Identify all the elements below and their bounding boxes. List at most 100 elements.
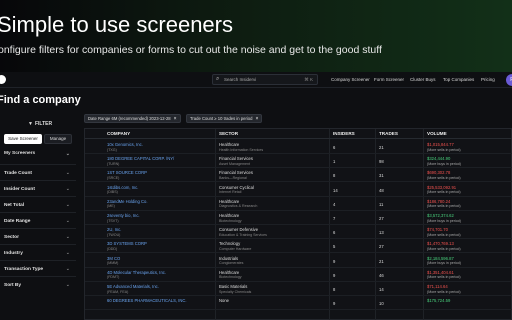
company-name-link[interactable]: 60 DEGREES PHARMACEUTICALS, INC. [107,298,187,303]
filter-insider-count[interactable]: Insider Count ⌄ [0,180,76,196]
filter-label: Trade Count [4,171,32,176]
my-screeners-dropdown[interactable]: My Screeners ⌄ [4,151,72,157]
table-row[interactable]: 1stdibs.com, Inc. (DIBS) Consumer Cyclical… [85,183,512,197]
company-name-link[interactable]: 23andMe Holding Co. [107,199,148,204]
company-name-link[interactable]: 1stdibs.com, Inc. [107,185,138,190]
chevron-down-icon: ⌄ [65,170,70,176]
company-ticker: (DDD) [107,246,118,251]
close-icon[interactable]: × [255,116,258,122]
filter-transaction-type[interactable]: Transaction Type ⌄ [0,260,76,276]
company-name-link[interactable]: 4D Molecular Therapeutics, Inc. [107,270,166,275]
company-name-link[interactable]: 2seventy bio, Inc. [107,213,140,218]
trades-cell: 13 [379,230,384,236]
filter-trade-count[interactable]: Trade Count ⌄ [0,164,76,180]
trades-cell: 46 [379,272,384,278]
trades-cell: 21 [379,145,384,150]
filter-chip-date-range[interactable]: Date Range 6M (recommended) 2023-12-28 × [84,114,181,123]
column-header-company[interactable]: COMPANY [107,131,130,136]
sector-cell: Healthcare [219,269,240,275]
table-row[interactable]: 23andMe Holding Co. (ME) Healthcare Diagnos… [85,197,512,211]
insiders-cell: 6 [333,230,336,236]
table-row[interactable]: 60 DEGREES PHARMACEUTICALS, INC. None 9 10 $… [85,296,512,311]
filter-label: Transaction Type [4,267,44,272]
table-row[interactable]: 180 DEGREE CAPITAL CORP. /NY/(TURN) Finan… [85,154,512,169]
volume-cell: $175,724.59 [427,298,451,304]
filter-chip-trade-count[interactable]: Trade Count ≥ 10 trades in period × [186,114,263,123]
save-screener-button[interactable]: Save Screener [4,134,42,144]
table-row[interactable]: 1ST SOURCE CORP (SRCE) Financial Services B… [85,168,512,183]
filter-net-total[interactable]: Net Total ⌄ [0,196,76,212]
volume-cell: $1,351,404.61 [427,269,454,275]
trades-cell: 21 [379,258,384,264]
close-icon[interactable]: × [174,116,177,122]
company-name-link[interactable]: 10x Genomics, Inc. [107,142,143,147]
insiders-cell: 8 [333,173,336,179]
company-name-link[interactable]: 1ST SOURCE CORP [107,170,147,175]
industry-cell: Banks—Regional [219,175,247,180]
insiders-cell: 9 [333,258,336,264]
company-name-link[interactable]: 5E Advanced Materials, Inc. [107,284,159,289]
sector-cell: Consumer Defensive [219,227,259,233]
table-row[interactable]: 10x Genomics, Inc. (TXG) Healthcare Health … [85,140,512,154]
chevron-down-icon: ⌄ [65,151,70,157]
chevron-down-icon: ⌄ [65,202,70,208]
nav-top-companies[interactable]: Top Companies [443,77,474,82]
company-name-link[interactable]: 2U, Inc. [107,227,121,232]
company-ticker: (TURN) [107,161,120,166]
table-row[interactable]: 2U, Inc. (TWOU) Consumer Defensive Educatio… [85,225,512,240]
results-table: COMPANY SECTOR INSIDERS TRADES VOLUME 10… [84,128,512,320]
industry-cell: Education & Training Services [219,232,267,237]
industry-cell: Biotechnology [219,275,242,280]
company-name-link[interactable]: 3M CO [107,256,120,261]
industry-cell: Diagnostics & Research [219,204,258,209]
filter-date-range[interactable]: Date Range ⌄ [0,212,76,228]
volume-cell: $3,572,374.62 [427,213,454,218]
sector-cell: Healthcare [219,213,240,218]
volume-note: (More buys in period) [427,218,461,223]
industry-cell: Internet Retail [219,190,242,195]
avatar[interactable]: R [506,74,512,86]
nav-form-screener[interactable]: Form Screener [374,77,404,82]
table-row[interactable]: 2seventy bio, Inc. (TSVT) Healthcare Biotec… [85,211,512,225]
filter-sidebar: ▼ FILTER Save Screener Manage My Screener… [0,116,76,320]
filter-industry[interactable]: Industry ⌄ [0,244,76,260]
column-header-insiders[interactable]: INSIDERS [333,131,355,136]
volume-cell: $74,701.70 [427,227,448,233]
nav-company-screener[interactable]: Company Screener [331,77,370,82]
logo-icon[interactable] [0,75,6,84]
table-row[interactable]: 5E Advanced Materials, Inc. (FEAM, FEA) Ba… [85,282,512,296]
table-row[interactable]: 3D SYSTEMS CORP (DDD) Technology Computer H… [85,239,512,254]
industry-cell: Specialty Chemicals [219,289,252,294]
chip-label: Trade Count ≥ 10 trades in period [190,116,253,121]
column-header-sector[interactable]: SECTOR [219,131,238,136]
manage-button[interactable]: Manage [44,134,72,144]
column-header-trades[interactable]: TRADES [379,131,398,136]
company-ticker: (FEAM, FEA) [107,289,129,294]
nav-cluster-buys[interactable]: Cluster Buys [410,77,436,82]
nav-pricing[interactable]: Pricing [481,77,495,82]
company-name-link[interactable]: 180 DEGREE CAPITAL CORP. /NY/ [107,156,174,161]
volume-cell: $1,470,769.13 [427,241,454,247]
company-ticker: (TWOU) [107,232,121,237]
insiders-cell: 5 [333,244,336,250]
filter-label: Sector [4,235,19,240]
trades-cell: 27 [379,244,384,250]
chevron-down-icon: ⌄ [65,186,70,192]
company-name-link[interactable]: 3D SYSTEMS CORP [107,241,147,246]
column-header-volume[interactable]: VOLUME [427,131,447,136]
filter-sort-by[interactable]: Sort By ⌄ [0,276,76,292]
table-row[interactable]: 3M CO (MMM) Industrials Conglomerates 9 21 $2,… [85,254,512,268]
insiders-cell: 1 [333,159,336,165]
company-ticker: (DIBS) [107,190,118,195]
search-input[interactable]: ⌕ Search Insidervi ⌘ K [212,74,318,85]
sector-cell: Basic Materials [219,284,248,289]
filter-label: FILTER [34,121,53,127]
insiders-cell: 4 [333,201,336,207]
volume-cell: $324,444.90 [427,156,451,162]
company-ticker: (FDMT) [107,275,120,280]
insiders-cell: 14 [333,187,338,193]
table-row[interactable]: 4D Molecular Therapeutics, Inc. (FDMT) Hea… [85,268,512,282]
filter-label: Date Range [4,219,31,224]
filter-sector[interactable]: Sector ⌄ [0,228,76,244]
volume-note: (More buys in period) [427,161,461,166]
